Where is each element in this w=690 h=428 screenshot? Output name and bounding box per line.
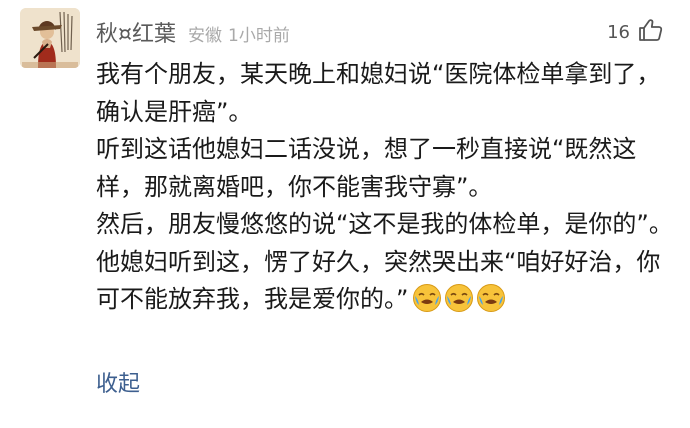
- comment-paragraph-last: 他媳妇听到这，愣了好久，突然哭出来“咱好好治，你可不能放弃我，我是爱你的。”: [96, 244, 676, 319]
- like-count: 16: [607, 21, 630, 43]
- comment-body: 我有个朋友，某天晚上和媳妇说“医院体检单拿到了，确认是肝癌”。 听到这话他媳妇二…: [96, 56, 676, 319]
- crying-face-emoji-icon: [445, 284, 474, 312]
- thumbs-up-icon[interactable]: [638, 18, 664, 46]
- avatar[interactable]: [20, 8, 80, 68]
- emoji-row: [412, 283, 506, 313]
- comment-paragraph: 听到这话他媳妇二话没说，想了一秒直接说“既然这样，那就离婚吧，你不能害我守寡”。: [96, 135, 637, 201]
- comment-paragraph: 然后，朋友慢悠悠的说“这不是我的体检单，是你的”。: [96, 210, 673, 238]
- comment-header: 秋¤红葉 安徽 1小时前: [96, 16, 290, 48]
- location-label: 安徽: [188, 26, 222, 46]
- comment-card: 秋¤红葉 安徽 1小时前 16 我有个朋友，某天晚上和媳妇说“医院体检单拿到了，确…: [0, 0, 690, 428]
- like-button[interactable]: 16: [607, 18, 664, 46]
- avatar-image: [20, 8, 80, 68]
- comment-paragraph: 我有个朋友，某天晚上和媳妇说“医院体检单拿到了，确认是肝癌”。: [96, 60, 661, 126]
- comment-meta: 安徽 1小时前: [188, 21, 290, 46]
- username[interactable]: 秋¤红葉: [96, 16, 176, 48]
- comment-paragraph-text: 他媳妇听到这，愣了好久，突然哭出来“咱好好治，你可不能放弃我，我是爱你的。”: [96, 247, 661, 314]
- collapse-link[interactable]: 收起: [96, 366, 140, 398]
- time-label: 1小时前: [228, 26, 290, 46]
- crying-face-emoji-icon: [477, 284, 506, 312]
- crying-face-emoji-icon: [413, 284, 442, 312]
